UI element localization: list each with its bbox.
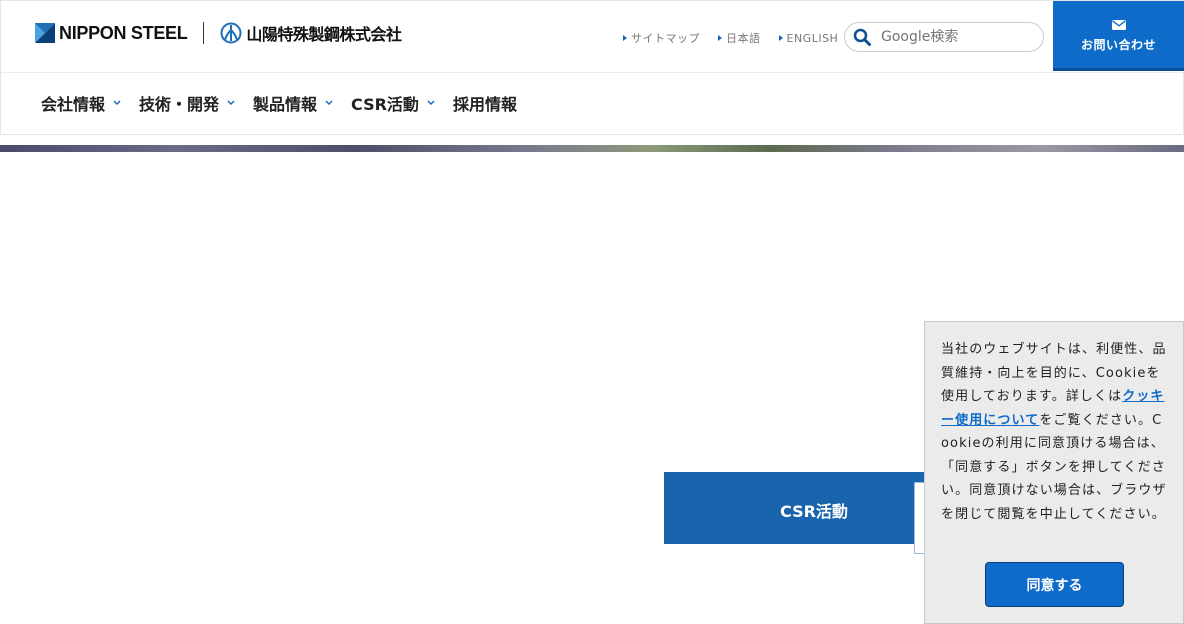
- logo-divider: [203, 22, 205, 44]
- sitemap-link[interactable]: サイトマップ: [623, 30, 700, 46]
- triangle-bullet-icon: [778, 35, 783, 41]
- mail-icon: [1111, 19, 1126, 30]
- header-divider: [1, 72, 1184, 73]
- nav-item-label: 会社情報: [41, 95, 106, 114]
- english-link[interactable]: ENGLISH: [778, 30, 839, 46]
- nav-item-company[interactable]: 会社情報: [41, 91, 121, 115]
- search-box[interactable]: [844, 22, 1044, 52]
- triangle-bullet-icon: [623, 35, 627, 41]
- site-header: NIPPON STEEL 山陽特殊製鋼株式会社 サイトマップ 日本語 ENGLI…: [0, 0, 1184, 135]
- english-link-label: ENGLISH: [786, 31, 839, 45]
- sanyo-mark-icon: [220, 22, 242, 44]
- agree-button[interactable]: 同意する: [985, 562, 1124, 607]
- contact-button-label: お問い合わせ: [1080, 37, 1156, 52]
- chevron-down-icon: [427, 100, 435, 105]
- triangle-bullet-icon: [718, 35, 722, 41]
- nav-item-label: 製品情報: [253, 95, 318, 114]
- nav-item-label: 技術・開発: [139, 95, 220, 114]
- nippon-steel-mark-icon: [35, 23, 55, 43]
- chevron-down-icon: [113, 100, 121, 105]
- hero-image-strip: [0, 145, 1184, 152]
- japanese-link[interactable]: 日本語: [718, 30, 761, 46]
- nav-item-csr[interactable]: CSR活動: [351, 91, 435, 115]
- chevron-down-icon: [325, 100, 333, 105]
- search-input[interactable]: [881, 29, 1031, 45]
- utility-links: サイトマップ 日本語 ENGLISH: [623, 30, 838, 46]
- site-logo[interactable]: NIPPON STEEL 山陽特殊製鋼株式会社: [35, 19, 402, 47]
- nav-item-recruit[interactable]: 採用情報: [453, 91, 517, 115]
- page: NIPPON STEEL 山陽特殊製鋼株式会社 サイトマップ 日本語 ENGLI…: [0, 0, 1184, 624]
- cookie-consent-banner: 当社のウェブサイトは、利便性、品質維持・向上を目的に、Cookieを使用しており…: [924, 321, 1184, 624]
- cookie-text-after: をご覧ください。Cookieの利用に同意頂ける場合は、「同意する」ボタンを押して…: [941, 412, 1167, 522]
- nav-item-label: CSR活動: [351, 95, 419, 114]
- sitemap-link-label: サイトマップ: [631, 32, 700, 45]
- nav-item-products[interactable]: 製品情報: [253, 91, 333, 115]
- global-nav: 会社情報 技術・開発 製品情報 CSR活動 採用情報: [41, 91, 535, 115]
- chevron-down-icon: [227, 100, 235, 105]
- nav-item-technology[interactable]: 技術・開発: [139, 91, 235, 115]
- contact-button[interactable]: お問い合わせ: [1053, 1, 1184, 71]
- cookie-message: 当社のウェブサイトは、利便性、品質維持・向上を目的に、Cookieを使用しており…: [941, 338, 1169, 526]
- logo-nippon-steel: NIPPON STEEL: [59, 22, 188, 43]
- nav-item-label: 採用情報: [452, 95, 517, 114]
- japanese-link-label: 日本語: [726, 32, 761, 45]
- logo-company-name: 山陽特殊製鋼株式会社: [246, 25, 402, 44]
- search-icon[interactable]: [853, 28, 871, 46]
